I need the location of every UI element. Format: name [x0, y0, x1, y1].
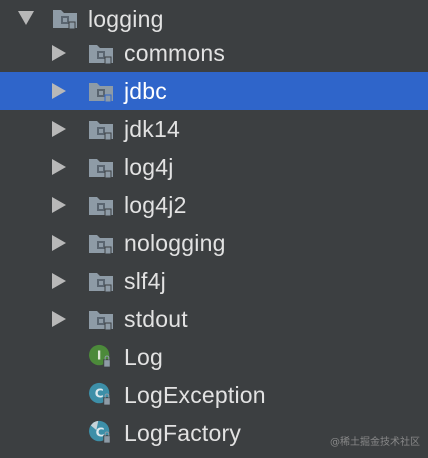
project-tree: logging commons jdbc jdk14 log4j log4j2 …	[0, 0, 428, 458]
interface-icon: I	[89, 344, 111, 368]
tree-node-logexception[interactable]: C LogException	[0, 376, 428, 414]
package-folder-icon	[89, 273, 113, 293]
tree-node-commons[interactable]: commons	[0, 34, 428, 72]
tree-node-label: Log	[124, 344, 163, 370]
expand-arrow-icon[interactable]	[52, 311, 66, 327]
package-folder-icon	[53, 10, 77, 30]
tree-node-jdbc[interactable]: jdbc	[0, 72, 428, 110]
expand-arrow-icon[interactable]	[52, 159, 66, 175]
package-folder-icon	[89, 159, 113, 179]
watermark: @稀土掘金技术社区	[330, 437, 420, 448]
expand-arrow-icon[interactable]	[52, 197, 66, 213]
tree-node-label: commons	[124, 40, 226, 66]
expand-arrow-icon[interactable]	[52, 273, 66, 289]
tree-node-log[interactable]: I Log	[0, 338, 428, 376]
tree-node-log4j2[interactable]: log4j2	[0, 186, 428, 224]
package-folder-icon	[89, 121, 113, 141]
tree-node-label: log4j2	[124, 192, 187, 218]
tree-node-label: stdout	[124, 306, 188, 332]
tree-node-label: jdk14	[124, 116, 180, 142]
tree-node-nologging[interactable]: nologging	[0, 224, 428, 262]
tree-node-label: nologging	[124, 230, 226, 256]
package-folder-icon	[89, 83, 113, 103]
tree-node-slf4j[interactable]: slf4j	[0, 262, 428, 300]
tree-node-log4j[interactable]: log4j	[0, 148, 428, 186]
package-folder-icon	[89, 235, 113, 255]
tree-node-stdout[interactable]: stdout	[0, 300, 428, 338]
svg-text:C: C	[95, 387, 104, 401]
tree-node-jdk14[interactable]: jdk14	[0, 110, 428, 148]
package-folder-icon	[89, 311, 113, 331]
package-folder-icon	[89, 45, 113, 65]
tree-node-label: logging	[88, 6, 164, 32]
expand-arrow-icon[interactable]	[18, 11, 34, 25]
svg-text:I: I	[97, 349, 101, 363]
tree-node-label: slf4j	[124, 268, 166, 294]
package-folder-icon	[89, 197, 113, 217]
expand-arrow-icon[interactable]	[52, 235, 66, 251]
tree-node-label: jdbc	[124, 78, 167, 104]
expand-arrow-icon[interactable]	[52, 45, 66, 61]
expand-arrow-icon[interactable]	[52, 83, 66, 99]
tree-node-label: log4j	[124, 154, 174, 180]
tree-node-label: LogException	[124, 382, 266, 408]
abstract-class-icon: C	[89, 420, 111, 444]
expand-arrow-icon[interactable]	[52, 121, 66, 137]
tree-node-label: LogFactory	[124, 420, 242, 446]
class-icon: C	[89, 382, 111, 406]
tree-node-root[interactable]: logging	[0, 0, 428, 38]
